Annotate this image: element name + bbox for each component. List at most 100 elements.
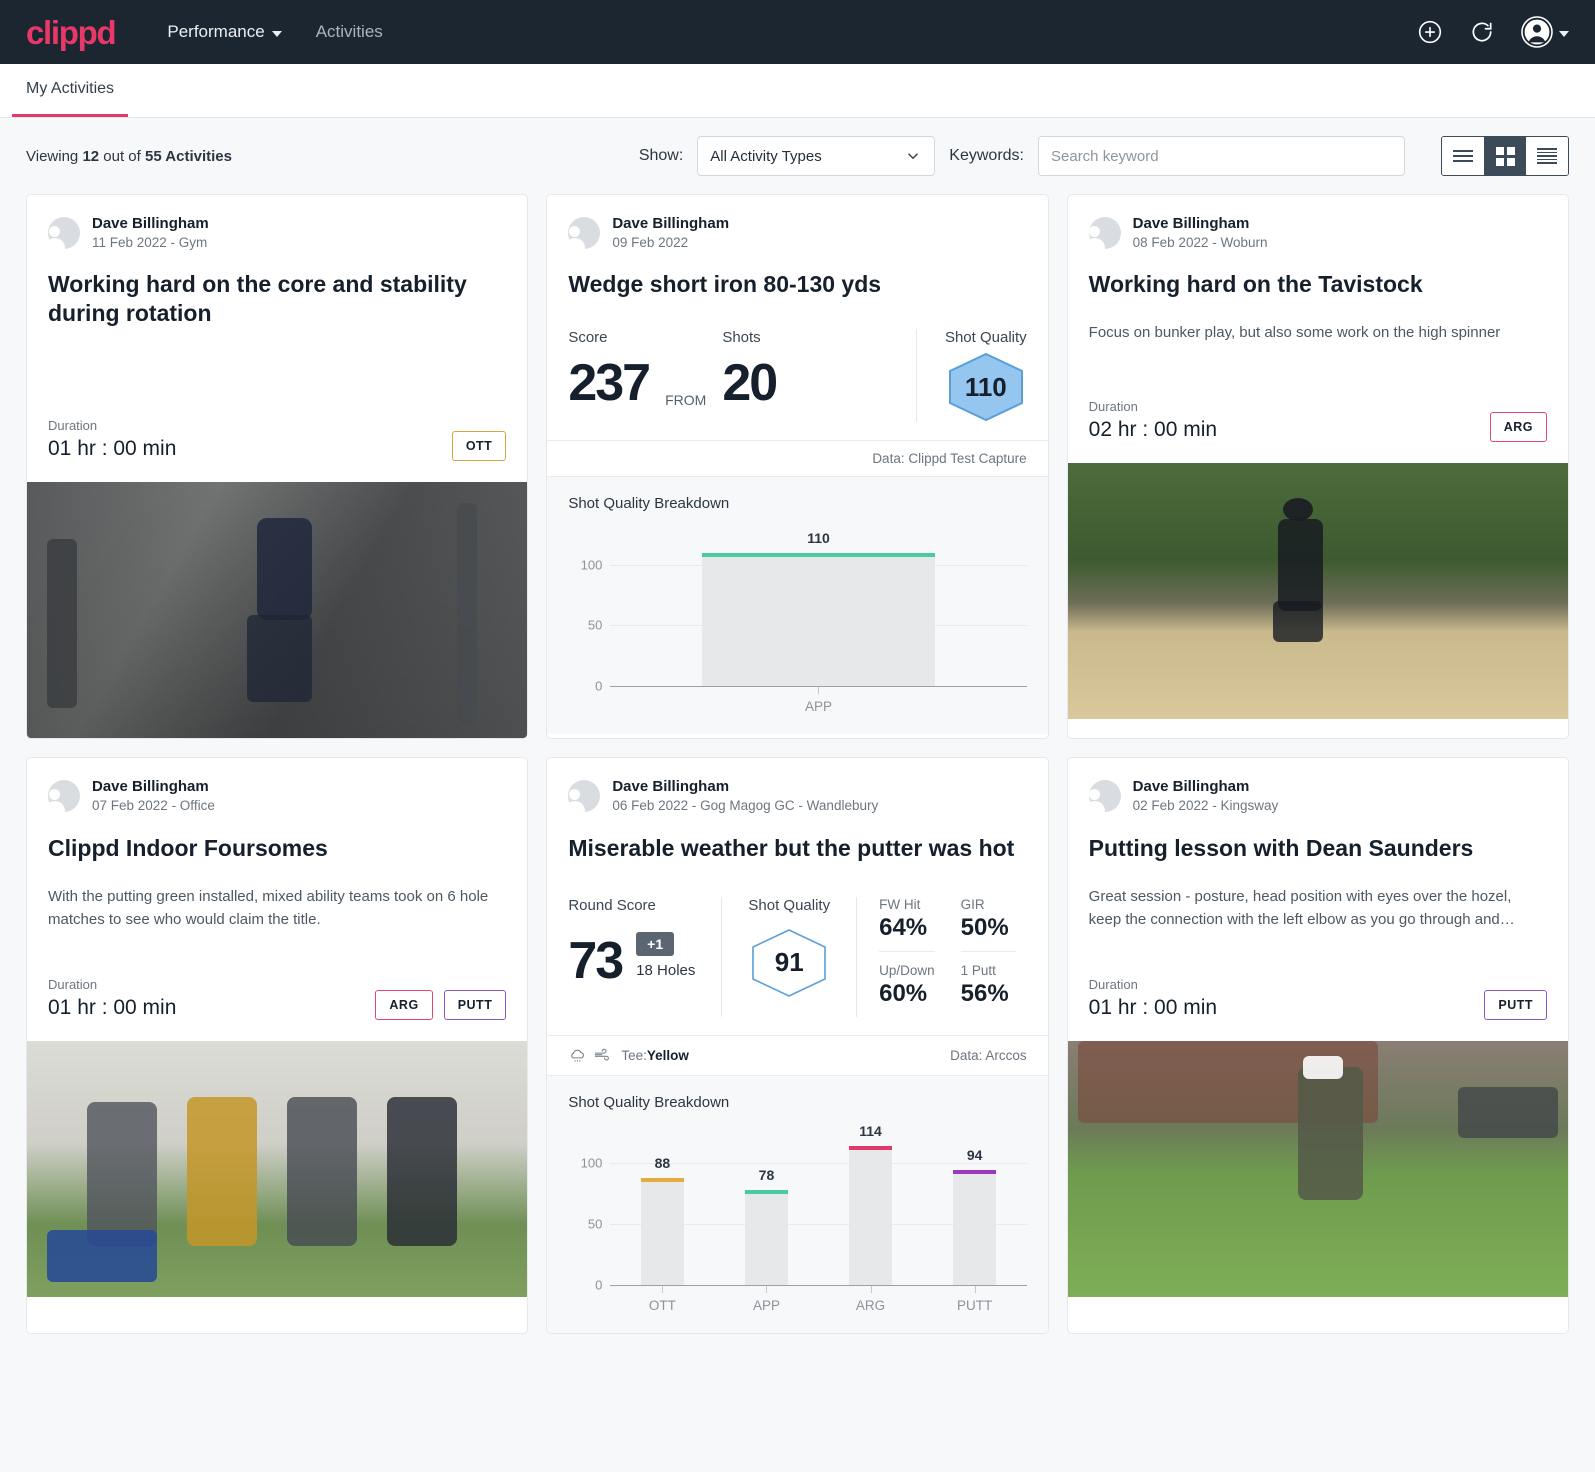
shots-label: Shots — [722, 329, 761, 347]
keywords-label: Keywords: — [949, 147, 1024, 164]
chart-bar-value-label: 114 — [859, 1122, 882, 1139]
chart-x-tick-label: OTT — [648, 1297, 676, 1313]
author-name: Dave Billingham — [612, 215, 730, 232]
tag-putt[interactable]: PUTT — [443, 990, 507, 1020]
kpi-value: 60% — [879, 979, 928, 1007]
activity-type-select[interactable]: All Activity Types — [697, 136, 936, 176]
clippd-logo[interactable]: clippd — [26, 16, 117, 49]
toolbar-controls: Show: All Activity Types Keywords: — [639, 136, 1569, 176]
score-stat: Score 237 — [568, 329, 651, 422]
activity-card[interactable]: Dave Billingham 06 Feb 2022 - Gog Magog … — [546, 757, 1049, 1334]
duration-value: 01 hr : 00 min — [48, 437, 177, 461]
author-meta: 06 Feb 2022 - Gog Magog GC - Wandlebury — [612, 797, 879, 813]
chart-bar-slot: 78 — [714, 1127, 818, 1285]
kpi-label: FW Hit — [879, 896, 921, 912]
chart-bar-cap — [848, 1145, 893, 1150]
card-title: Working hard on the core and stability d… — [48, 271, 467, 327]
view-mode-grid[interactable] — [1484, 137, 1526, 175]
tee-label: Tee: — [621, 1047, 647, 1063]
chart-bars: 88 78 114 94 — [610, 1123, 1027, 1285]
chart-title: Shot Quality Breakdown — [568, 1093, 730, 1111]
activity-card[interactable]: Dave Billingham 02 Feb 2022 - Kingsway P… — [1066, 757, 1569, 1334]
search-input[interactable] — [1038, 136, 1405, 176]
card-title: Miserable weather but the putter was hot — [568, 834, 1015, 861]
primary-nav: Performance Activities — [167, 22, 382, 42]
chart-plot-area: 0 50 100 110 APP — [568, 528, 1027, 720]
nav-item-performance[interactable]: Performance — [167, 22, 282, 42]
chart-bar-slot: 94 — [923, 1127, 1027, 1285]
account-menu[interactable] — [1521, 16, 1569, 48]
chart-x-tick: OTT — [610, 1285, 714, 1313]
author-meta: 11 Feb 2022 - Gym — [92, 234, 208, 250]
duration-label: Duration — [48, 977, 98, 992]
add-circle-icon[interactable] — [1417, 19, 1443, 45]
chart-bar-slot: 110 — [610, 528, 1026, 687]
duration-label: Duration — [1088, 977, 1138, 992]
card-body: Dave Billingham 02 Feb 2022 - Kingsway P… — [1068, 758, 1568, 1024]
viewing-total: 55 Activities — [145, 147, 232, 165]
tag-list: ARG PUTT — [375, 990, 507, 1020]
account-avatar-icon — [1521, 16, 1553, 48]
shot-quality-value: 110 — [964, 371, 1007, 402]
card-body: Dave Billingham 08 Feb 2022 - Woburn Wor… — [1068, 195, 1568, 446]
tag-putt[interactable]: PUTT — [1484, 990, 1547, 1020]
author-name: Dave Billingham — [1132, 215, 1250, 232]
shot-quality-stat: Shot Quality 91 — [721, 896, 856, 1017]
activity-photo — [27, 482, 528, 739]
tee-value: Yellow — [646, 1047, 689, 1063]
view-mode-compact[interactable] — [1526, 137, 1568, 175]
author-name: Dave Billingham — [612, 778, 730, 796]
show-label: Show: — [638, 147, 684, 164]
shot-quality-hexagon: 110 — [947, 352, 1025, 422]
author-meta: 09 Feb 2022 — [612, 234, 689, 250]
tag-arg[interactable]: ARG — [375, 990, 433, 1020]
tab-my-activities-label: My Activities — [26, 80, 115, 97]
chart-x-tick-label: APP — [804, 699, 832, 715]
duration-row: Duration 01 hr : 00 min ARG PUTT — [48, 977, 507, 1024]
kpi-up-down: Up/Down 60% — [879, 952, 935, 1017]
nav-item-activities-label: Activities — [315, 22, 383, 41]
card-description: Great session - posture, head position w… — [1088, 887, 1515, 928]
navbar-actions — [1417, 16, 1569, 48]
activity-photo — [1067, 462, 1568, 719]
nav-item-activities[interactable]: Activities — [316, 22, 383, 42]
duration-value: 01 hr : 00 min — [48, 996, 177, 1019]
card-author: Dave Billingham 09 Feb 2022 — [568, 215, 1026, 251]
shot-quality-breakdown-chart: Shot Quality Breakdown 0 50 100 88 78 114 94 OT… — [547, 1074, 1048, 1333]
activity-grid: Dave Billingham 11 Feb 2022 - Gym Workin… — [0, 194, 1595, 1334]
chart-y-tick-label: 0 — [595, 678, 603, 694]
tag-list: PUTT — [1484, 990, 1547, 1020]
shot-quality-stat: Shot Quality 110 — [915, 329, 1027, 423]
activity-card[interactable]: Dave Billingham 11 Feb 2022 - Gym Workin… — [26, 194, 529, 740]
shots-stat: Shots 20 — [722, 329, 778, 422]
tag-ott[interactable]: OTT — [451, 431, 507, 462]
activity-card[interactable]: Dave Billingham 09 Feb 2022 Wedge short … — [546, 194, 1049, 740]
author-meta: 08 Feb 2022 - Woburn — [1132, 234, 1268, 250]
avatar — [48, 217, 80, 250]
kpi-label: Up/Down — [879, 962, 935, 978]
shots-value: 20 — [722, 354, 778, 413]
conditions-row: Tee: Yellow Data: Arccos — [547, 1034, 1048, 1075]
refresh-icon[interactable] — [1469, 19, 1495, 45]
view-mode-list[interactable] — [1442, 137, 1484, 175]
activity-card[interactable]: Dave Billingham 07 Feb 2022 - Office Cli… — [26, 757, 529, 1334]
chart-y-tick-label: 100 — [580, 557, 603, 573]
chart-x-tick: PUTT — [923, 1285, 1027, 1313]
duration-label: Duration — [48, 418, 98, 434]
shot-quality-label: Shot Quality — [748, 896, 831, 914]
shot-quality-label: Shot Quality — [944, 329, 1027, 347]
tab-my-activities[interactable]: My Activities — [12, 64, 129, 117]
activity-card[interactable]: Dave Billingham 08 Feb 2022 - Woburn Wor… — [1066, 194, 1569, 740]
chart-bar-cap — [701, 552, 936, 557]
chart-x-tick: APP — [610, 687, 1026, 714]
card-title: Working hard on the Tavistock — [1088, 271, 1423, 298]
chart-y-tick-label: 100 — [580, 1155, 603, 1171]
chart-bar-slot: 88 — [610, 1127, 714, 1285]
shot-quality-hexagon: 91 — [750, 928, 828, 998]
avatar — [568, 780, 601, 813]
card-description: With the putting green installed, mixed … — [48, 887, 489, 928]
chart-bars: 110 — [610, 528, 1026, 687]
chevron-down-icon — [908, 153, 919, 160]
card-body: Dave Billingham 09 Feb 2022 Wedge short … — [547, 195, 1047, 440]
tag-arg[interactable]: ARG — [1489, 411, 1547, 442]
